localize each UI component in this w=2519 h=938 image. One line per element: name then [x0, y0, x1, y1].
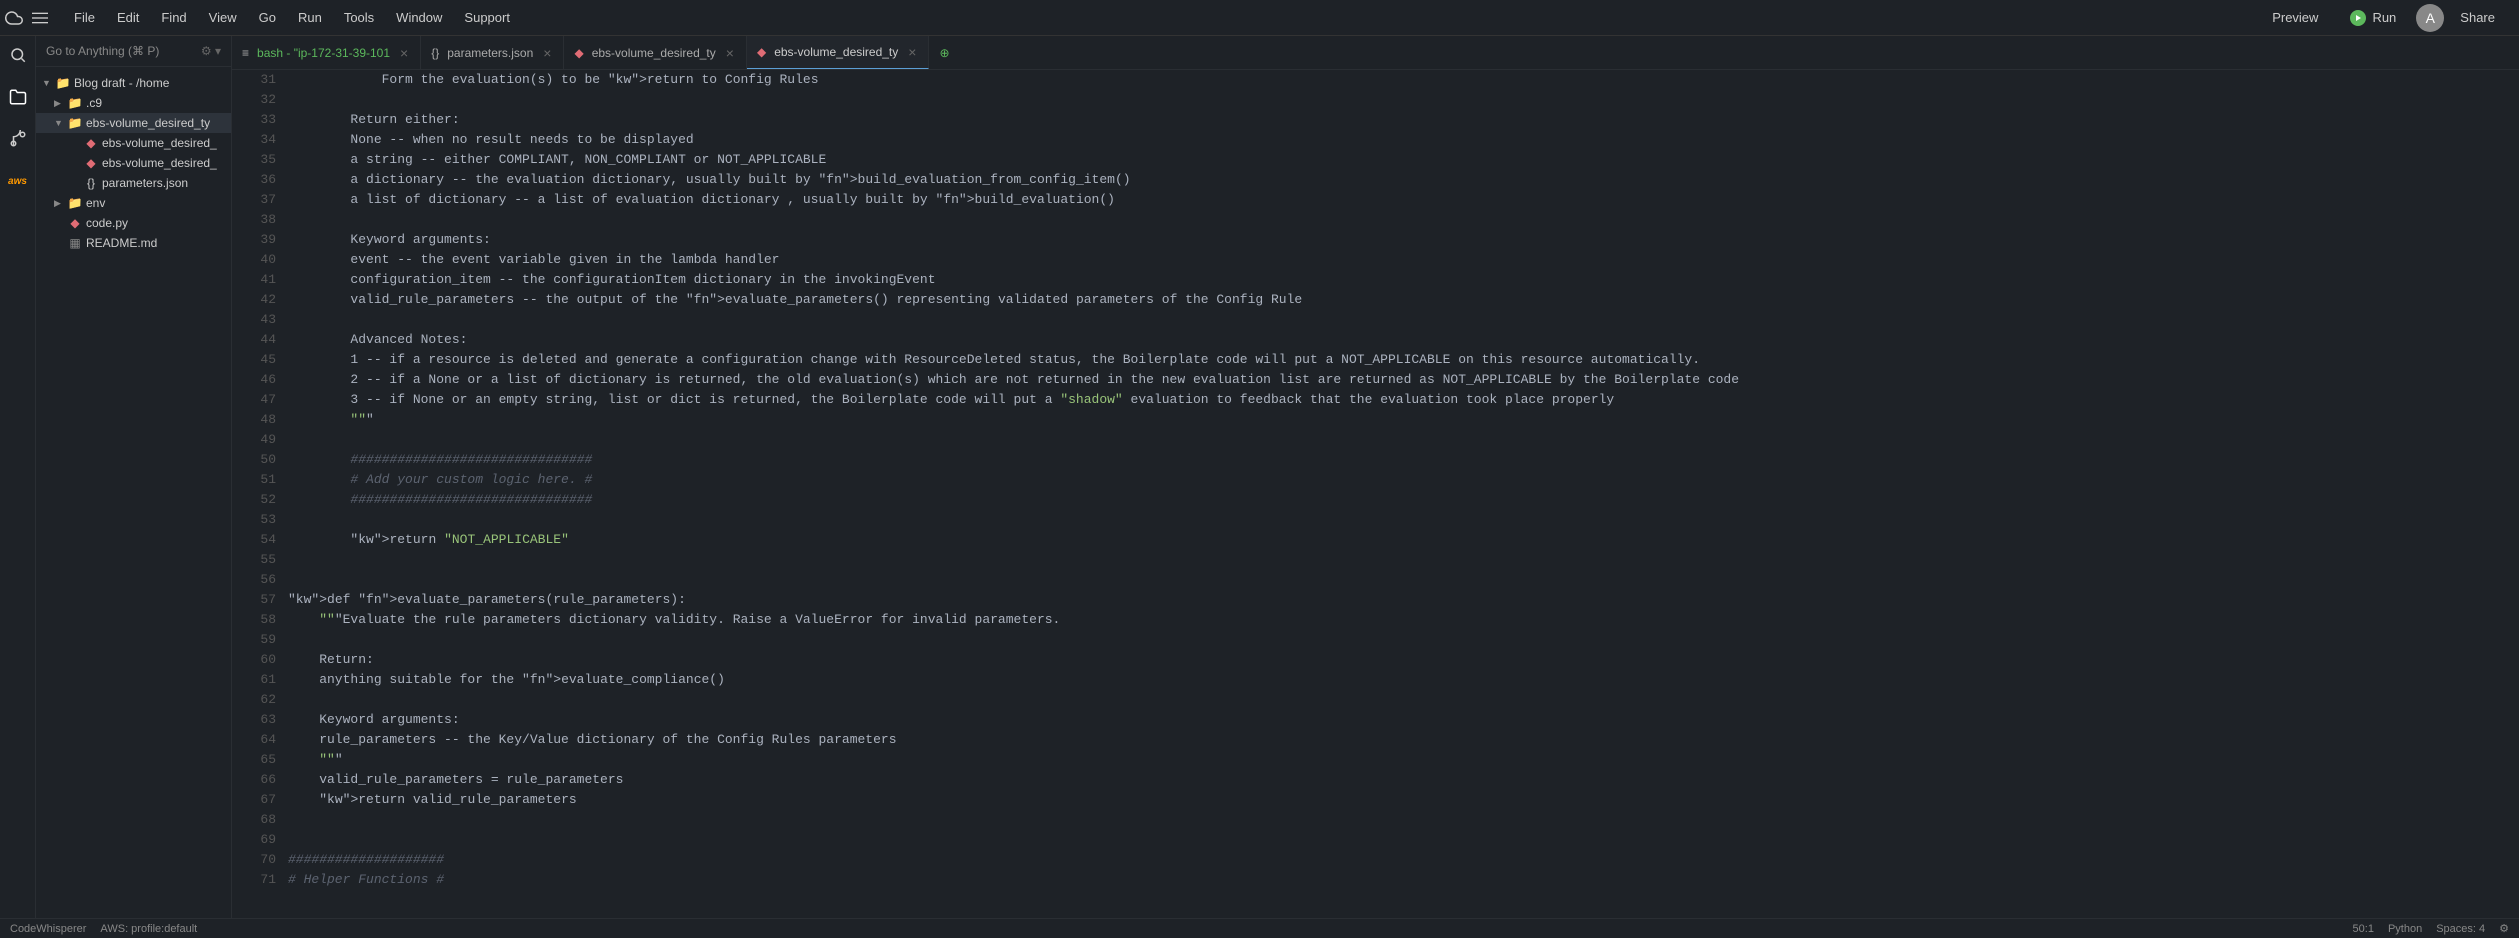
- menu-tools[interactable]: Tools: [334, 6, 384, 29]
- tab-bash-label: bash - "ip-172-31-39-101: [257, 46, 390, 60]
- statusbar-right: 50:1 Python Spaces: 4 ⚙: [2353, 922, 2509, 935]
- cloud9-icon[interactable]: [4, 8, 24, 28]
- tree-file-0-label: ebs-volume_desired_: [102, 136, 217, 150]
- tree-main-folder-label: ebs-volume_desired_ty: [86, 116, 210, 130]
- tree-root-label: Blog draft - /home: [74, 76, 169, 90]
- gear-icon[interactable]: ⚙ ▾: [201, 44, 221, 58]
- sidebar: Go to Anything (⌘ P) ⚙ ▾ ▼📁Blog draft - …: [36, 36, 232, 918]
- tree-c9[interactable]: ▶📁.c9: [36, 93, 231, 113]
- menu-support[interactable]: Support: [454, 6, 520, 29]
- tree-file-1-label: ebs-volume_desired_: [102, 156, 217, 170]
- statusbar-left: CodeWhisperer AWS: profile:default: [10, 923, 197, 935]
- menubar-left: File Edit Find View Go Run Tools Window …: [4, 6, 520, 29]
- preview-button[interactable]: Preview: [2260, 6, 2330, 29]
- python-icon: ◆: [574, 46, 583, 60]
- menu-run[interactable]: Run: [288, 6, 332, 29]
- tab-parameters-label: parameters.json: [447, 46, 533, 60]
- tab-ebs-1-label: ebs-volume_desired_ty: [592, 46, 716, 60]
- activity-files[interactable]: [5, 84, 31, 110]
- menu-window[interactable]: Window: [386, 6, 452, 29]
- share-button[interactable]: Share: [2452, 6, 2503, 29]
- tabs: ≡ bash - "ip-172-31-39-101 × {} paramete…: [232, 36, 2519, 70]
- main: aws Go to Anything (⌘ P) ⚙ ▾ ▼📁Blog draf…: [0, 36, 2519, 918]
- tab-ebs-1[interactable]: ◆ ebs-volume_desired_ty ×: [564, 36, 747, 69]
- activity-aws[interactable]: aws: [5, 168, 31, 194]
- close-icon[interactable]: ×: [541, 45, 553, 61]
- tab-parameters[interactable]: {} parameters.json ×: [421, 36, 564, 69]
- new-tab-button[interactable]: ⊕: [929, 46, 959, 60]
- menu-find[interactable]: Find: [151, 6, 196, 29]
- close-icon[interactable]: ×: [906, 44, 918, 60]
- tree-main-folder[interactable]: ▼📁ebs-volume_desired_ty: [36, 113, 231, 133]
- tab-toggle-icon: ≡: [242, 46, 249, 60]
- code-area[interactable]: 3132333435363738394041424344454647484950…: [232, 70, 2519, 918]
- json-icon: {}: [431, 46, 439, 60]
- status-cursor[interactable]: 50:1: [2353, 923, 2374, 935]
- tree-env[interactable]: ▶📁env: [36, 193, 231, 213]
- tree-readme[interactable]: ▦README.md: [36, 233, 231, 253]
- python-icon: ◆: [757, 45, 766, 59]
- activity-search[interactable]: [5, 42, 31, 68]
- file-tree: ▼📁Blog draft - /home ▶📁.c9 ▼📁ebs-volume_…: [36, 67, 231, 259]
- activity-bar: aws: [0, 36, 36, 918]
- editor-area: ≡ bash - "ip-172-31-39-101 × {} paramete…: [232, 36, 2519, 918]
- tree-readme-label: README.md: [86, 236, 157, 250]
- tree-file-0[interactable]: ◆ebs-volume_desired_: [36, 133, 231, 153]
- tree-root[interactable]: ▼📁Blog draft - /home: [36, 73, 231, 93]
- tree-file-1[interactable]: ◆ebs-volume_desired_: [36, 153, 231, 173]
- status-aws-profile[interactable]: AWS: profile:default: [100, 923, 197, 935]
- tree-c9-label: .c9: [86, 96, 102, 110]
- menu-hamburger-icon[interactable]: [30, 8, 50, 28]
- menu-go[interactable]: Go: [249, 6, 286, 29]
- menubar-right: Preview Run A Share: [2260, 4, 2503, 32]
- tree-code-label: code.py: [86, 216, 128, 230]
- tab-ebs-2-label: ebs-volume_desired_ty: [774, 45, 898, 59]
- searchbar: Go to Anything (⌘ P) ⚙ ▾: [36, 36, 231, 67]
- run-button[interactable]: Run: [2338, 6, 2408, 30]
- run-label: Run: [2372, 10, 2396, 25]
- code[interactable]: Form the evaluation(s) to be "kw">return…: [288, 70, 2519, 918]
- status-lang[interactable]: Python: [2388, 923, 2422, 935]
- status-spaces[interactable]: Spaces: 4: [2436, 923, 2485, 935]
- gutter: 3132333435363738394041424344454647484950…: [232, 70, 288, 918]
- menu-view[interactable]: View: [199, 6, 247, 29]
- status-gear-icon[interactable]: ⚙: [2499, 922, 2509, 935]
- menu-icons: [4, 8, 50, 28]
- tree-file-2-label: parameters.json: [102, 176, 188, 190]
- search-placeholder[interactable]: Go to Anything (⌘ P): [46, 44, 159, 58]
- avatar[interactable]: A: [2416, 4, 2444, 32]
- statusbar: CodeWhisperer AWS: profile:default 50:1 …: [0, 918, 2519, 938]
- close-icon[interactable]: ×: [398, 45, 410, 61]
- close-icon[interactable]: ×: [724, 45, 736, 61]
- menu-edit[interactable]: Edit: [107, 6, 149, 29]
- menubar: File Edit Find View Go Run Tools Window …: [0, 0, 2519, 36]
- tree-code[interactable]: ◆code.py: [36, 213, 231, 233]
- activity-scm[interactable]: [5, 126, 31, 152]
- tree-env-label: env: [86, 196, 105, 210]
- tab-bash[interactable]: ≡ bash - "ip-172-31-39-101 ×: [232, 36, 421, 69]
- menu-file[interactable]: File: [64, 6, 105, 29]
- status-codewhisperer[interactable]: CodeWhisperer: [10, 923, 86, 935]
- tab-ebs-2[interactable]: ◆ ebs-volume_desired_ty ×: [747, 36, 930, 69]
- play-icon: [2350, 10, 2366, 26]
- tree-file-2[interactable]: {}parameters.json: [36, 173, 231, 193]
